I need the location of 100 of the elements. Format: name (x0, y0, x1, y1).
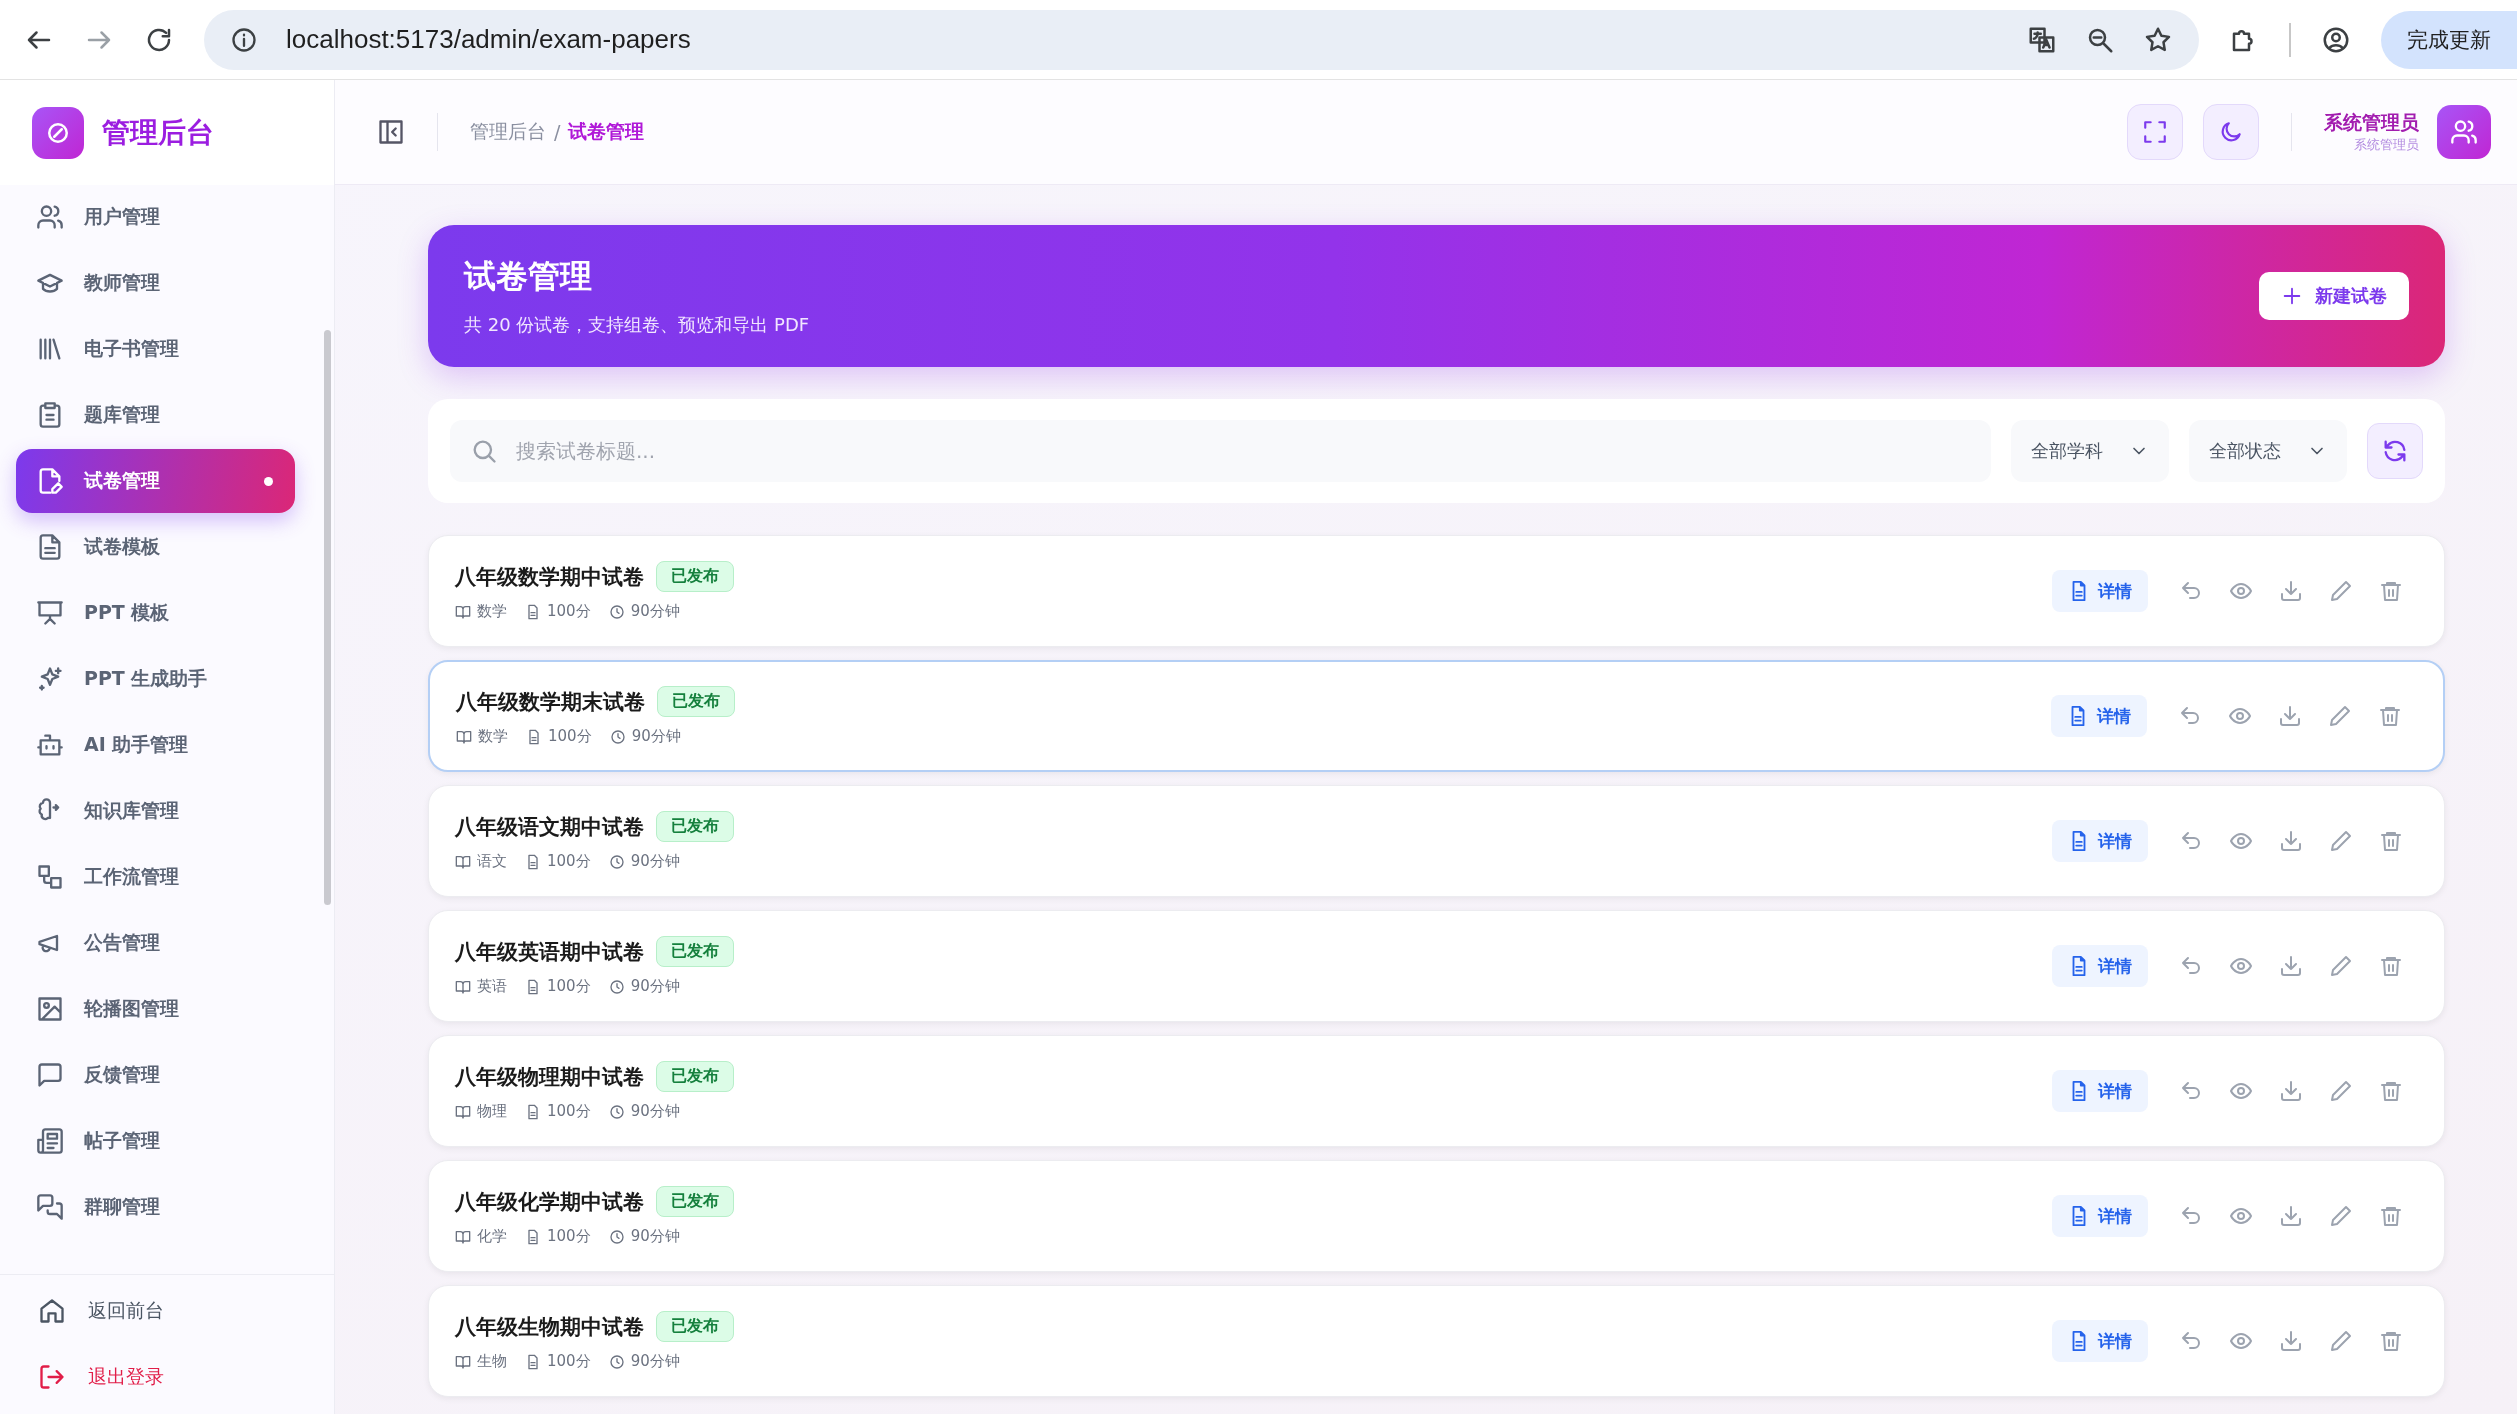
trash-icon[interactable] (2379, 954, 2403, 978)
sidebar-item[interactable]: 题库管理 (16, 383, 295, 447)
clock-icon (608, 853, 625, 870)
fullscreen-icon (2142, 119, 2168, 145)
trash-icon[interactable] (2378, 704, 2402, 728)
status-badge: 已发布 (656, 1311, 734, 1342)
sidebar-item[interactable]: 反馈管理 (16, 1043, 295, 1107)
fullscreen-button[interactable] (2127, 104, 2183, 160)
pencil-icon[interactable] (2329, 1204, 2353, 1228)
paper-card[interactable]: 八年级语文期中试卷 已发布 语文 100分 90分钟 详情 (428, 785, 2445, 897)
breadcrumb-item: 试卷管理 (568, 119, 645, 144)
paper-card[interactable]: 八年级数学期中试卷 已发布 数学 100分 90分钟 详情 (428, 535, 2445, 647)
info-icon[interactable] (230, 25, 258, 54)
pencil-icon[interactable] (2329, 1329, 2353, 1353)
scrollbar-thumb[interactable] (324, 330, 331, 905)
status-badge: 已发布 (656, 811, 734, 842)
logout-icon (38, 1363, 66, 1391)
detail-button[interactable]: 详情 (2052, 570, 2148, 612)
sidebar-item[interactable]: 知识库管理 (16, 779, 295, 843)
sidebar-item[interactable]: 试卷模板 (16, 515, 295, 579)
subject-text: 生物 (477, 1352, 507, 1371)
score-text: 100分 (547, 1227, 591, 1246)
pencil-icon[interactable] (2329, 1079, 2353, 1103)
breadcrumb-item[interactable]: / (554, 121, 561, 143)
trash-icon[interactable] (2379, 1204, 2403, 1228)
pencil-icon[interactable] (2328, 704, 2352, 728)
sidebar-footer-link[interactable]: 退出登录 (38, 1363, 334, 1391)
detail-button[interactable]: 详情 (2052, 1195, 2148, 1237)
duration-text: 90分钟 (630, 1352, 680, 1371)
chat-bubbles-icon (36, 1193, 64, 1221)
sidebar-item[interactable]: 公告管理 (16, 911, 295, 975)
sidebar-item[interactable]: 群聊管理 (16, 1175, 295, 1239)
paper-card[interactable]: 八年级物理期中试卷 已发布 物理 100分 90分钟 详情 (428, 1035, 2445, 1147)
score-text: 100分 (547, 1102, 591, 1121)
document-icon (525, 1353, 541, 1370)
download-icon[interactable] (2279, 1329, 2303, 1353)
refresh-button[interactable] (2367, 423, 2423, 479)
book-icon (456, 728, 472, 745)
url-text: localhost:5173/admin/exam-papers (286, 24, 692, 55)
score-text: 100分 (547, 1352, 591, 1371)
detail-button[interactable]: 详情 (2051, 695, 2147, 737)
pencil-icon[interactable] (2329, 954, 2353, 978)
paper-card[interactable]: 八年级生物期中试卷 已发布 生物 100分 90分钟 详情 (428, 1285, 2445, 1397)
document-icon (525, 603, 541, 620)
detail-button[interactable]: 详情 (2052, 945, 2148, 987)
subject-text: 英语 (477, 977, 507, 996)
logo-icon (32, 106, 84, 159)
duration-text: 90分钟 (630, 1102, 680, 1121)
sidebar-footer-link[interactable]: 返回前台 (38, 1297, 334, 1325)
detail-button[interactable]: 详情 (2052, 1070, 2148, 1112)
new-paper-button[interactable]: 新建试卷 (2259, 272, 2409, 320)
sidebar-item[interactable]: 帖子管理 (16, 1109, 295, 1173)
download-icon[interactable] (2278, 704, 2302, 728)
sidebar-item[interactable]: 教师管理 (16, 251, 295, 315)
paper-card[interactable]: 八年级英语期中试卷 已发布 英语 100分 90分钟 详情 (428, 910, 2445, 1022)
sidebar-item[interactable]: 用户管理 (16, 185, 295, 249)
document-icon (525, 1103, 541, 1120)
book-icon (455, 1228, 471, 1245)
newspaper-icon (36, 1127, 64, 1155)
trash-icon[interactable] (2379, 1079, 2403, 1103)
theme-toggle-button[interactable] (2203, 104, 2259, 160)
download-icon[interactable] (2279, 579, 2303, 603)
address-bar[interactable]: localhost:5173/admin/exam-papers (204, 9, 2199, 70)
download-icon[interactable] (2279, 954, 2303, 978)
trash-icon[interactable] (2379, 579, 2403, 603)
trash-icon[interactable] (2379, 1329, 2403, 1353)
pencil-icon[interactable] (2329, 579, 2353, 603)
paper-card[interactable]: 八年级数学期末试卷 已发布 数学 100分 90分钟 详情 (428, 660, 2445, 772)
status-dropdown[interactable]: 全部状态 (2189, 420, 2347, 482)
download-icon[interactable] (2279, 1204, 2303, 1228)
sidebar-item[interactable]: PPT 生成助手 (16, 647, 295, 711)
paper-title: 八年级物理期中试卷 (455, 1063, 644, 1091)
sidebar-item[interactable]: 试卷管理 (16, 449, 295, 513)
users-icon (36, 203, 64, 231)
pencil-icon[interactable] (2329, 829, 2353, 853)
avatar-button[interactable] (2437, 105, 2491, 159)
download-icon[interactable] (2279, 1079, 2303, 1103)
detail-button[interactable]: 详情 (2052, 1320, 2148, 1362)
status-badge: 已发布 (656, 1061, 734, 1092)
sidebar-toggle-icon[interactable] (377, 118, 405, 146)
status-badge: 已发布 (657, 686, 735, 717)
paper-title: 八年级化学期中试卷 (455, 1188, 644, 1216)
clock-icon (608, 1228, 625, 1245)
sidebar-item[interactable]: 轮播图管理 (16, 977, 295, 1041)
breadcrumb-item[interactable]: 管理后台 (470, 119, 546, 145)
sidebar-item[interactable]: 电子书管理 (16, 317, 295, 381)
sidebar-item[interactable]: PPT 模板 (16, 581, 295, 645)
sidebar-item[interactable]: 工作流管理 (16, 845, 295, 909)
detail-button[interactable]: 详情 (2052, 820, 2148, 862)
status-badge: 已发布 (656, 1186, 734, 1217)
duration-text: 90分钟 (630, 852, 680, 871)
paper-title: 八年级语文期中试卷 (455, 813, 644, 841)
sidebar-item[interactable]: AI 助手管理 (16, 713, 295, 777)
subject-dropdown[interactable]: 全部学科 (2011, 420, 2169, 482)
search-field[interactable]: 搜索试卷标题... (450, 420, 1991, 482)
paper-card[interactable]: 八年级化学期中试卷 已发布 化学 100分 90分钟 详情 (428, 1160, 2445, 1272)
trash-icon[interactable] (2379, 829, 2403, 853)
download-icon[interactable] (2279, 829, 2303, 853)
page-title: 试卷管理 (464, 256, 593, 297)
update-button[interactable]: 完成更新 (2381, 10, 2517, 69)
